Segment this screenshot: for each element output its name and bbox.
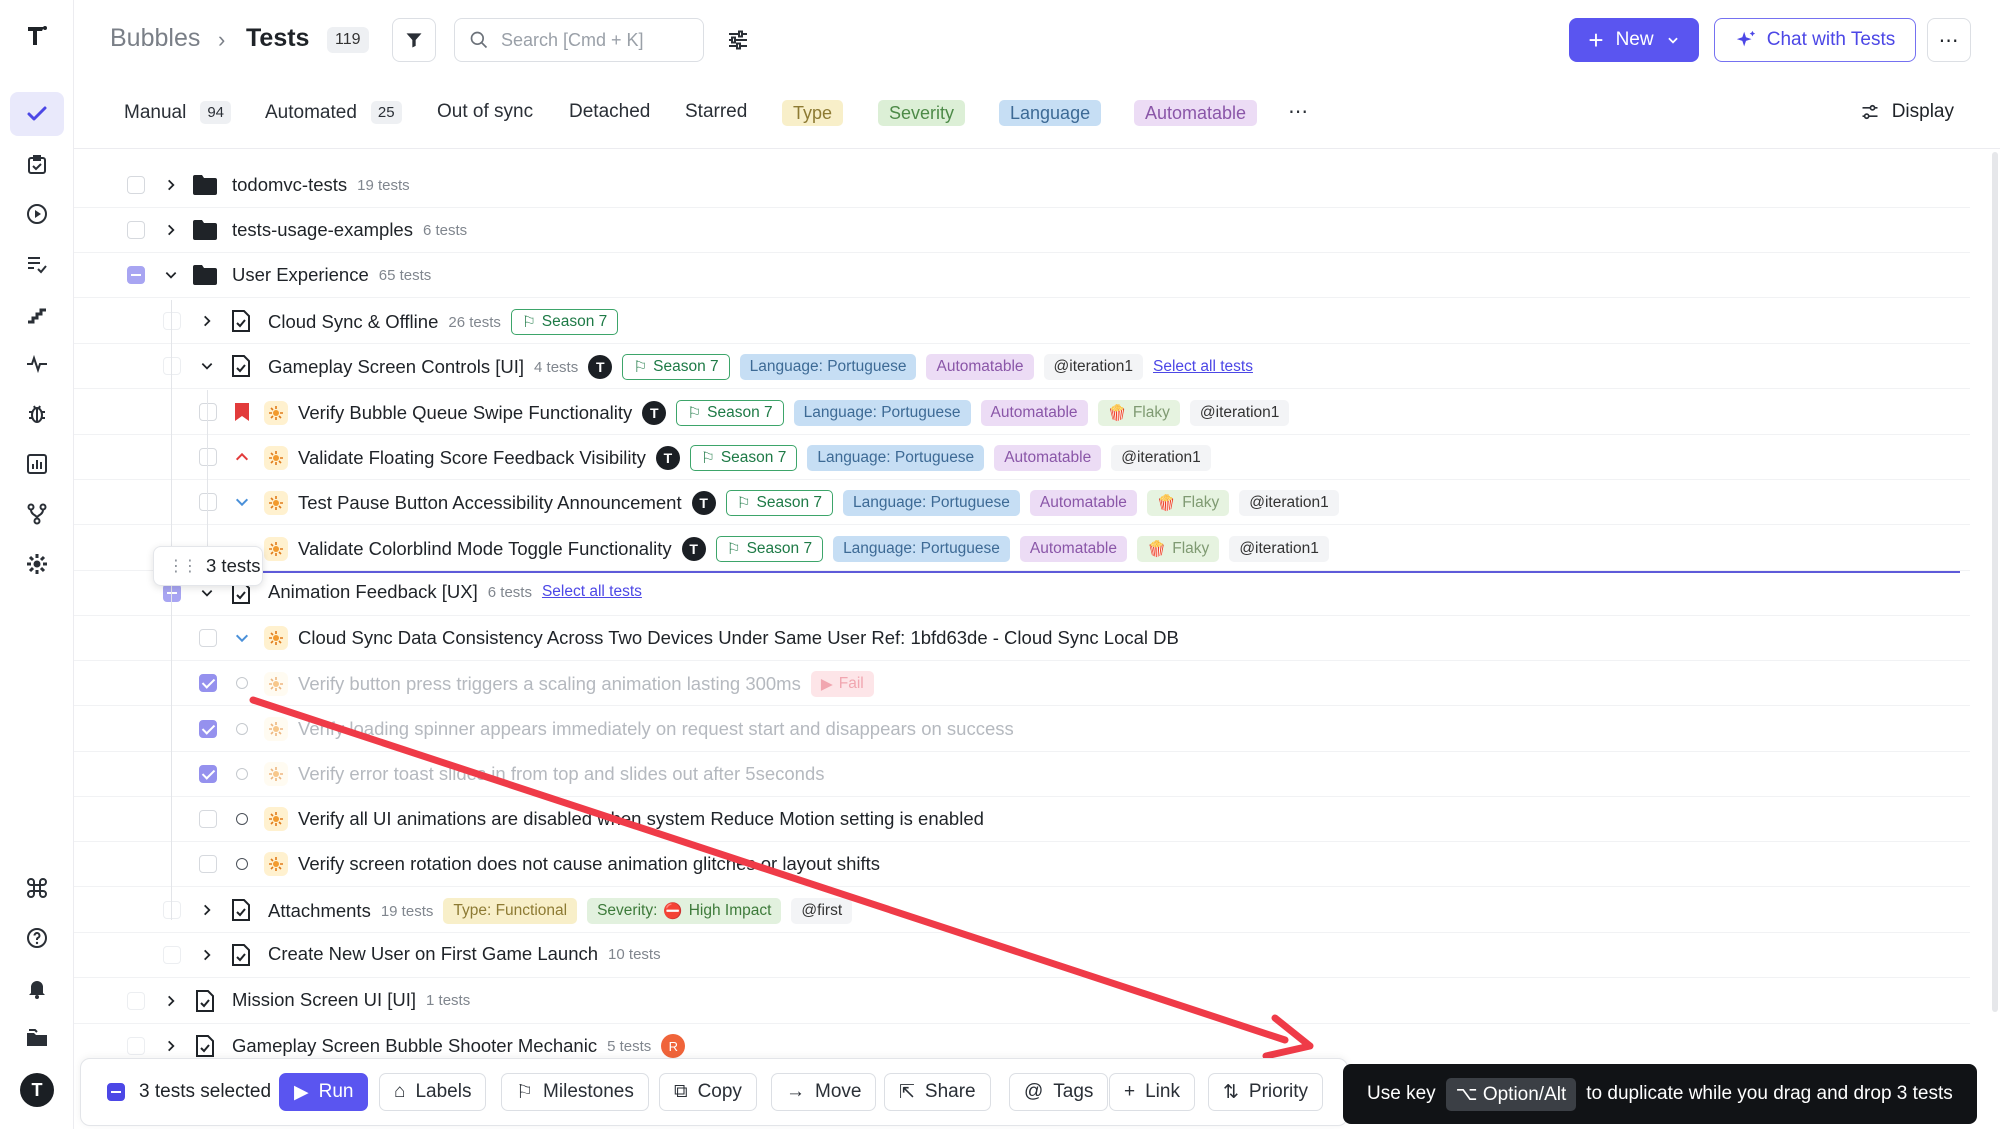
link-button[interactable]: + Link	[1109, 1073, 1195, 1111]
arrow-right-icon: →	[786, 1081, 805, 1102]
scrollbar[interactable]	[1990, 148, 2000, 1018]
flag-icon: ⚐	[516, 1081, 534, 1103]
copy-icon: ⧉	[674, 1081, 688, 1102]
option-key-badge: ⌥ Option/Alt	[1445, 1077, 1577, 1111]
bulk-checkbox[interactable]	[107, 1083, 125, 1101]
copy-button[interactable]: ⧉ Copy	[659, 1073, 757, 1111]
scrollbar-thumb[interactable]	[1992, 152, 1998, 1012]
labels-label: Labels	[415, 1081, 472, 1102]
move-label: Move	[815, 1081, 862, 1102]
link-label: Link	[1145, 1081, 1180, 1102]
milestones-button[interactable]: ⚐ Milestones	[501, 1073, 649, 1111]
tooltip-prefix: Use key	[1367, 1083, 1436, 1104]
priority-button[interactable]: ⇅ Priority	[1208, 1073, 1324, 1111]
tag-icon: ⌂	[394, 1081, 406, 1102]
selection-summary[interactable]: 3 tests selected	[107, 1081, 271, 1103]
milestones-label: Milestones	[543, 1081, 634, 1102]
annotation-arrow	[249, 696, 1314, 1060]
tags-label: Tags	[1053, 1081, 1094, 1102]
sort-icon: ⇅	[1223, 1081, 1239, 1103]
labels-button[interactable]: ⌂ Labels	[379, 1073, 487, 1111]
tags-button[interactable]: @ Tags	[1009, 1073, 1109, 1111]
share-button[interactable]: ⇱ Share	[884, 1073, 991, 1111]
run-button[interactable]: ▶ Run	[279, 1073, 369, 1111]
priority-label: Priority	[1248, 1081, 1309, 1102]
tooltip-suffix: to duplicate while you drag and drop 3 t…	[1586, 1083, 1953, 1104]
selection-count: 3 tests selected	[139, 1081, 272, 1102]
move-button[interactable]: → Move	[771, 1073, 877, 1111]
play-icon: ▶	[294, 1081, 309, 1103]
bulk-action-bar: 3 tests selected ▶ Run ⌂ Labels ⚐ Milestone…	[80, 1058, 1348, 1126]
copy-label: Copy	[697, 1081, 742, 1102]
at-icon: @	[1024, 1081, 1044, 1102]
plus-icon: +	[1124, 1081, 1136, 1102]
share-label: Share	[924, 1081, 976, 1102]
drag-hint-tooltip: Use key ⌥ Option/Alt to duplicate while …	[1343, 1064, 1977, 1124]
run-label: Run	[318, 1081, 354, 1102]
share-icon: ⇱	[899, 1081, 915, 1103]
